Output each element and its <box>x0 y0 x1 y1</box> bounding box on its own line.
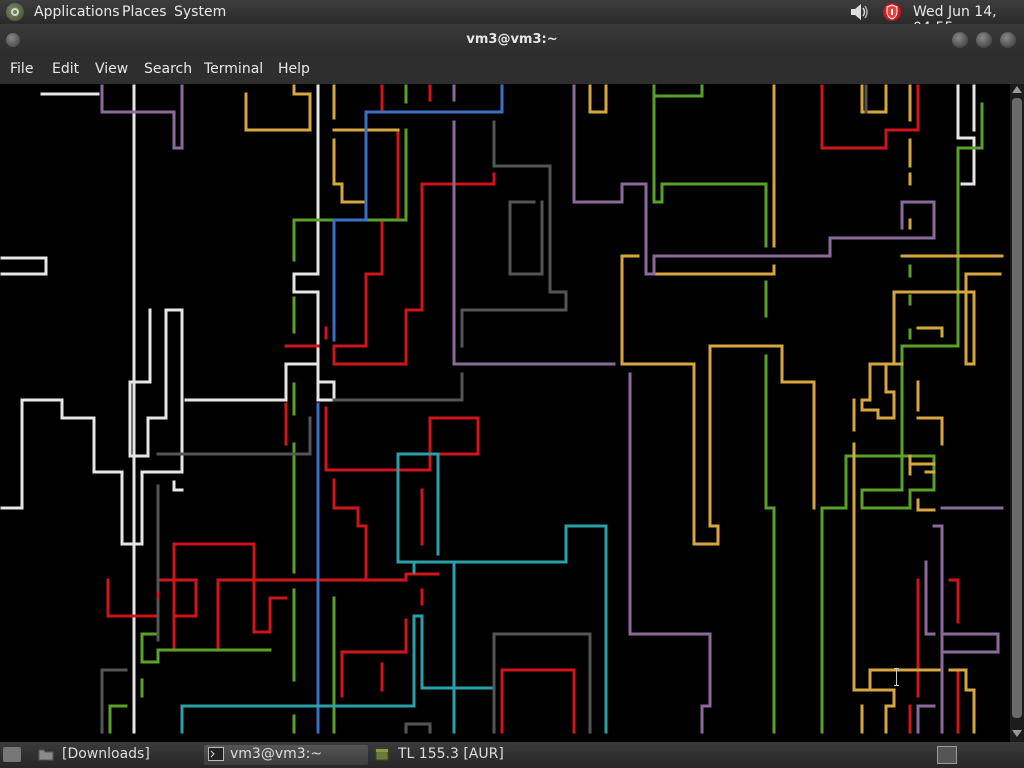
menu-system[interactable]: System <box>174 4 226 20</box>
show-desktop-icon[interactable] <box>3 747 21 762</box>
scroll-down-icon[interactable] <box>1012 730 1022 737</box>
scroll-up-icon[interactable] <box>1012 86 1022 93</box>
menu-applications[interactable]: Applications <box>34 4 120 20</box>
volume-icon[interactable] <box>849 3 871 21</box>
shield-icon[interactable] <box>880 2 904 22</box>
folder-icon <box>38 749 54 761</box>
bottom-panel: [Downloads] vm3@vm3:~ TL 155.3 [AUR] <box>0 742 1024 768</box>
minimize-button[interactable] <box>952 32 968 48</box>
task-label: [Downloads] <box>62 746 150 762</box>
package-icon <box>375 748 389 761</box>
close-button[interactable] <box>1000 32 1016 48</box>
apps-icon[interactable] <box>6 3 24 21</box>
task-label: vm3@vm3:~ <box>230 746 323 762</box>
pipes-canvas <box>0 84 1004 734</box>
menu-places[interactable]: Places <box>122 4 167 20</box>
menu-terminal[interactable]: Terminal <box>204 61 263 77</box>
scrollbar-thumb[interactable] <box>1012 98 1022 718</box>
menu-file[interactable]: File <box>10 61 33 77</box>
task-package[interactable]: TL 155.3 [AUR] <box>374 745 554 765</box>
pipe-cyan <box>180 452 608 734</box>
window-title: vm3@vm3:~ <box>466 32 558 47</box>
terminal-scrollbar[interactable] <box>1010 84 1024 742</box>
menu-search[interactable]: Search <box>144 61 192 77</box>
terminal-area[interactable] <box>0 84 1010 742</box>
menu-view[interactable]: View <box>95 61 128 77</box>
top-panel: Applications Places System Wed Jun 14, 0… <box>0 0 1024 36</box>
tray-terminal-icon[interactable] <box>937 746 957 764</box>
terminal-icon <box>208 747 224 761</box>
task-label: TL 155.3 [AUR] <box>398 746 504 762</box>
window-titlebar[interactable]: vm3@vm3:~ <box>0 24 1024 56</box>
menu-help[interactable]: Help <box>278 61 310 77</box>
task-terminal[interactable]: vm3@vm3:~ <box>204 745 368 765</box>
task-downloads[interactable]: [Downloads] <box>38 745 198 765</box>
maximize-button[interactable] <box>976 32 992 48</box>
menubar: File Edit View Search Terminal Help <box>0 56 1024 84</box>
text-cursor-icon <box>893 668 900 686</box>
menu-edit[interactable]: Edit <box>52 61 79 77</box>
